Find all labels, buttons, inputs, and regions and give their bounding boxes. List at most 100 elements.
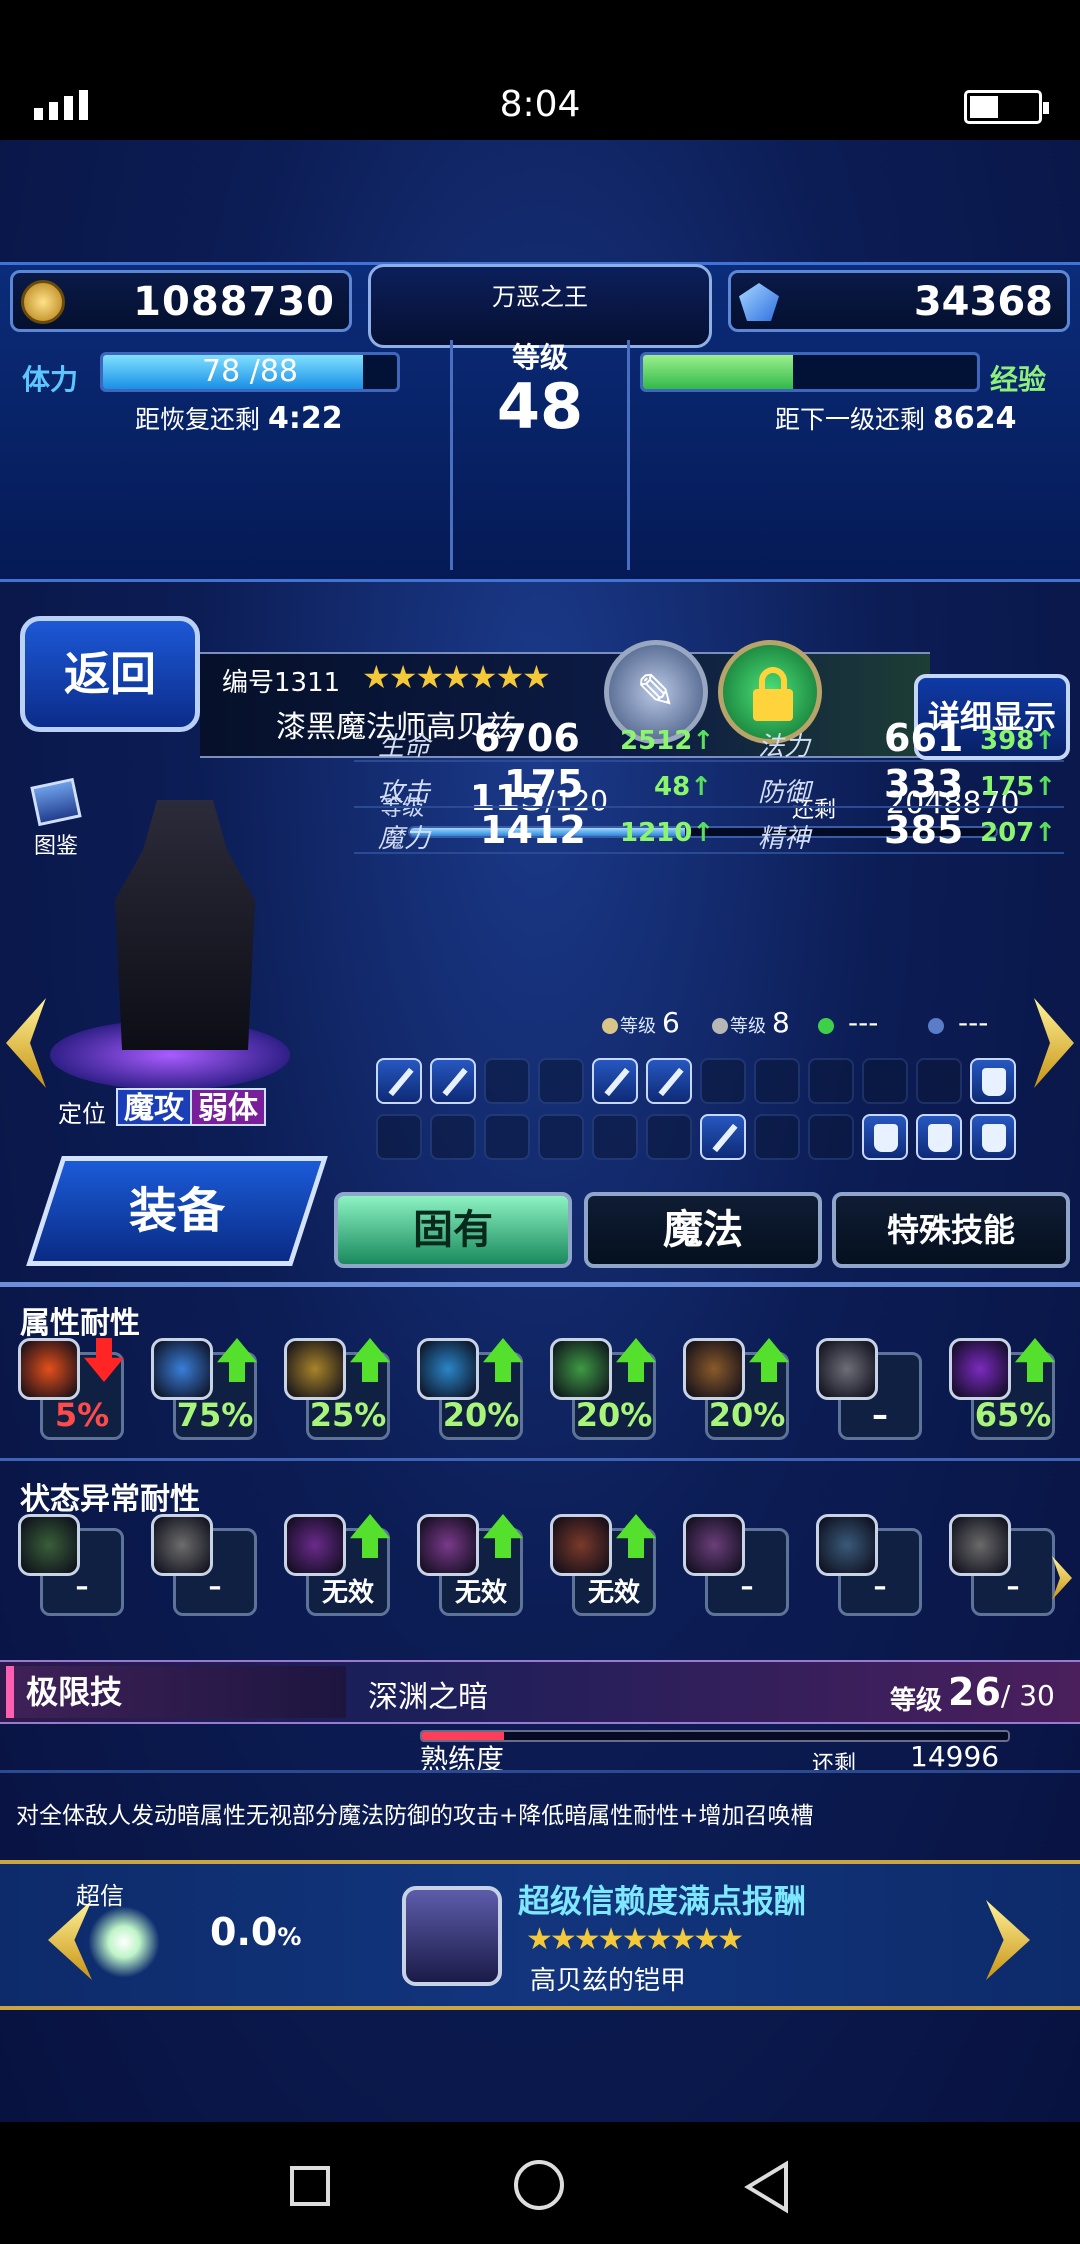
proficiency-remaining-label: 还剩	[812, 1752, 857, 1777]
limit-burst-name: 深渊之暗	[368, 1680, 488, 1715]
trust-unit: %	[277, 1923, 302, 1951]
poison-icon	[18, 1514, 80, 1576]
dark-icon	[949, 1338, 1011, 1400]
section-divider	[0, 1458, 1080, 1461]
stat-bonus: 398	[980, 726, 1056, 756]
weapon-type-icon	[484, 1058, 530, 1104]
weapon-type-icon	[376, 1058, 422, 1104]
stamina-label: 体力	[22, 363, 79, 396]
system-nav-bar	[0, 2122, 1080, 2244]
weapon-type-icon	[430, 1114, 476, 1160]
tab-magic[interactable]: 魔法	[584, 1192, 822, 1268]
stat-label: 防御	[758, 778, 811, 808]
status-resistance-item[interactable]: 无效	[417, 1514, 523, 1618]
resistance-value: 20%	[442, 1396, 520, 1434]
role-tag-magic-attack: 魔攻	[116, 1088, 192, 1126]
prev-unit-arrow-icon[interactable]	[6, 998, 46, 1088]
tab-special-abilities[interactable]: 特殊技能	[832, 1192, 1070, 1268]
back-button[interactable]: 返回	[20, 616, 200, 732]
element-resistance-item[interactable]: –	[816, 1338, 922, 1442]
next-unit-arrow-icon[interactable]	[1034, 998, 1074, 1088]
status-resistance-item[interactable]: 无效	[284, 1514, 390, 1618]
stat-label: 精神	[758, 824, 811, 854]
status-resistance-item[interactable]: –	[18, 1514, 124, 1618]
unit-sprite[interactable]	[115, 800, 255, 1050]
recents-icon[interactable]	[290, 2166, 330, 2206]
status-resistance-title: 状态异常耐性	[20, 1482, 200, 1517]
trust-value: 0.0%	[210, 1910, 301, 1954]
reward-name: 高贝兹的铠甲	[530, 1966, 687, 1996]
lapis-value: 34368	[913, 279, 1053, 325]
status-resistance-item[interactable]: –	[683, 1514, 789, 1618]
element-resistance-item[interactable]: 5%	[18, 1338, 124, 1442]
scroll-right-arrow-icon[interactable]	[1052, 1556, 1072, 1600]
stat-row: 魔力 1412 1210 精神 385 207	[354, 808, 1064, 854]
disease-icon	[816, 1514, 878, 1576]
weapon-type-icon	[430, 1058, 476, 1104]
limit-burst-level: 26/ 30	[948, 1670, 1055, 1714]
proficiency-remaining: 14996	[910, 1740, 1000, 1773]
resistance-value: 无效	[587, 1578, 640, 1608]
stat-value: 333	[884, 762, 964, 806]
role-label: 定位	[58, 1100, 106, 1128]
lapis-counter[interactable]: 34368	[728, 270, 1070, 332]
stat-value: 385	[884, 808, 964, 852]
lapis-gem-icon	[739, 283, 779, 321]
stat-bonus: 2512	[620, 726, 714, 756]
sleep-icon	[284, 1514, 346, 1576]
armor-reward-icon[interactable]	[402, 1886, 502, 1986]
equip-tab[interactable]: 装备	[26, 1156, 328, 1266]
game-screen: 1088730 万恶之王 等级 48 34368 体力 78 /88 距恢复还剩…	[0, 140, 1080, 2122]
section-divider	[0, 1770, 1080, 1773]
stat-bonus: 175	[980, 772, 1056, 802]
weapon-type-icon	[808, 1058, 854, 1104]
element-resistance-item[interactable]: 25%	[284, 1338, 390, 1442]
quill-icon: ✎	[635, 664, 677, 720]
element-resistance-item[interactable]: 20%	[683, 1338, 789, 1442]
encyclopedia-label: 图鉴	[34, 834, 79, 859]
status-resistance-item[interactable]: 无效	[550, 1514, 656, 1618]
clock: 8:04	[499, 84, 581, 125]
earth-icon	[683, 1338, 745, 1400]
status-resistance-item[interactable]: –	[151, 1514, 257, 1618]
resistance-value: –	[1006, 1572, 1020, 1602]
orb-level-value: 8	[772, 1006, 790, 1039]
recover-label: 距恢复还剩	[135, 405, 261, 434]
stat-bonus: 207	[980, 818, 1056, 848]
light-icon	[816, 1338, 878, 1400]
lightning-icon	[284, 1338, 346, 1400]
resistance-value: 25%	[309, 1396, 387, 1434]
weapon-type-icon	[376, 1114, 422, 1160]
element-resistance-title: 属性耐性	[20, 1306, 140, 1341]
armor-type-icon	[862, 1114, 908, 1160]
stat-value: 175	[504, 762, 584, 806]
ice-icon	[151, 1338, 213, 1400]
element-resistance-item[interactable]: 75%	[151, 1338, 257, 1442]
orb-empty-value: ---	[958, 1006, 989, 1039]
orb-empty-value: ---	[848, 1006, 879, 1039]
unit-number: 编号1311	[222, 668, 341, 698]
limit-burst-description: 对全体敌人发动暗属性无视部分魔法防御的攻击+降低暗属性耐性+增加召唤槽	[16, 1803, 814, 1829]
limit-burst-label: 极限技	[6, 1666, 346, 1718]
back-triangle-icon[interactable]	[742, 2160, 792, 2214]
stat-label: 法力	[758, 732, 811, 762]
stamina-value: 78 /88	[202, 354, 298, 389]
element-resistance-item[interactable]: 65%	[949, 1338, 1055, 1442]
trust-sparkle-icon	[88, 1906, 160, 1978]
resistance-value: 75%	[176, 1396, 254, 1434]
home-icon[interactable]	[514, 2160, 564, 2210]
orb-level-label: 等级	[730, 1016, 766, 1037]
tab-innate[interactable]: 固有	[334, 1192, 572, 1268]
armor-type-icon	[970, 1058, 1016, 1104]
limit-burst-level-value: 26	[948, 1670, 1001, 1714]
element-resistance-item[interactable]: 20%	[417, 1338, 523, 1442]
element-resistance-item[interactable]: 20%	[550, 1338, 656, 1442]
armor-type-icon	[970, 1114, 1016, 1160]
stat-value: 661	[884, 716, 964, 760]
resistance-value: –	[872, 1396, 888, 1434]
status-resistance-item[interactable]: –	[949, 1514, 1055, 1618]
encyclopedia-icon[interactable]	[30, 777, 82, 827]
fire-icon	[18, 1338, 80, 1400]
status-resistance-item[interactable]: –	[816, 1514, 922, 1618]
orb-level-label: 等级	[620, 1016, 656, 1037]
